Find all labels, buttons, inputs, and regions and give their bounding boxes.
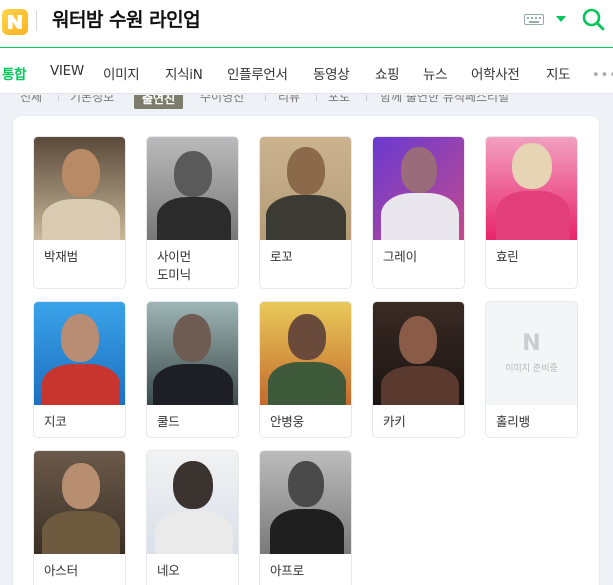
artist-name: 카키 [383,414,406,429]
artist-name: 홀리뱅 [496,414,530,429]
image-placeholder: N 이미지 준비중 [486,302,577,405]
search-query[interactable]: 워터밤 수원 라인업 [52,6,201,34]
artist-card[interactable]: 로꼬 [259,136,352,289]
artist-card[interactable]: 그레이 [372,136,465,289]
artist-card[interactable]: 쿨드 [146,301,239,438]
header-divider [36,11,37,31]
placeholder-text: 이미지 준비중 [505,364,558,374]
search-tabs: 통합 VIEW 이미지 지식iN 인플루언서 동영상 쇼핑 뉴스 어학사전 지도… [0,48,613,94]
artist-photo [373,137,464,240]
subfilter-separator [58,95,59,101]
naver-logo[interactable] [2,9,28,35]
subfilter-cast[interactable]: 출연진 [134,95,184,109]
artist-name: 지코 [44,414,67,429]
artist-name: 쿨드 [157,414,180,429]
subfilter-separator [265,95,266,101]
autocomplete-toggle-icon[interactable] [556,16,566,22]
subfilter-awards[interactable]: 수이영진 [200,95,244,105]
artist-name: 안병웅 [270,414,304,429]
tab-dictionary[interactable]: 어학사전 [471,63,520,83]
subfilter-separator [366,95,367,101]
tab-influencer[interactable]: 인플루언서 [227,63,288,83]
artist-card[interactable]: 지코 [33,301,126,438]
tab-view[interactable]: VIEW [50,63,84,79]
tab-integrated[interactable]: 통합 [2,63,27,83]
artist-card[interactable]: 아프로 [259,450,352,585]
artist-card[interactable]: 박재범 [33,136,126,289]
sub-filter-row: 전체 기본정보 출연진 수이영진 리뷰 포토 함께 출연한 뮤직페스티벌 [0,95,613,109]
artist-photo [486,137,577,240]
tab-map[interactable]: 지도 [546,63,571,83]
artist-card[interactable]: N 이미지 준비중 홀리뱅 [485,301,578,438]
tab-shopping[interactable]: 쇼핑 [375,63,400,83]
artist-name: 로꼬 [270,249,293,264]
artist-card[interactable]: 사이먼 도미닉 [146,136,239,289]
artist-photo [260,451,351,554]
search-header: 워터밤 수원 라인업 [0,0,613,48]
artist-photo [147,451,238,554]
artist-name: 네오 [157,563,180,578]
artist-photo [147,137,238,240]
artist-card[interactable]: 효린 [485,136,578,289]
artist-name: 박재범 [44,249,78,264]
artist-name: 효린 [496,249,519,264]
artist-photo [34,137,125,240]
artist-photo [34,302,125,405]
keyboard-icon[interactable] [524,14,544,25]
artist-card[interactable]: 네오 [146,450,239,585]
artist-photo [34,451,125,554]
tab-image[interactable]: 이미지 [103,63,140,83]
artist-name: 사이먼 도미닉 [157,249,191,282]
naver-placeholder-icon: N [522,331,541,356]
artist-name: 아프로 [270,563,304,578]
artist-name: 아스터 [44,563,78,578]
subfilter-separator [316,95,317,101]
artist-card[interactable]: 아스터 [33,450,126,585]
tab-kin[interactable]: 지식iN [165,63,203,83]
artist-photo [373,302,464,405]
tab-news[interactable]: 뉴스 [423,63,448,83]
artist-photo [260,302,351,405]
more-tabs-icon[interactable]: ••• [592,68,613,83]
tab-video[interactable]: 동영상 [313,63,350,83]
subfilter-all[interactable]: 전체 [20,95,42,105]
artist-name: 그레이 [383,249,417,264]
lineup-panel: 박재범 사이먼 도미닉 로꼬 그레이 효린 지코 쿨드 안병웅 카키 N 이미지… [13,116,599,585]
subfilter-photo[interactable]: 포토 [328,95,350,105]
subfilter-related[interactable]: 함께 출연한 뮤직페스티벌 [380,95,509,105]
subfilter-review[interactable]: 리뷰 [278,95,300,105]
artist-photo [260,137,351,240]
artist-card[interactable]: 안병웅 [259,301,352,438]
artist-photo [147,302,238,405]
search-icon[interactable] [581,7,605,31]
artist-card[interactable]: 카키 [372,301,465,438]
subfilter-info[interactable]: 기본정보 [70,95,114,105]
